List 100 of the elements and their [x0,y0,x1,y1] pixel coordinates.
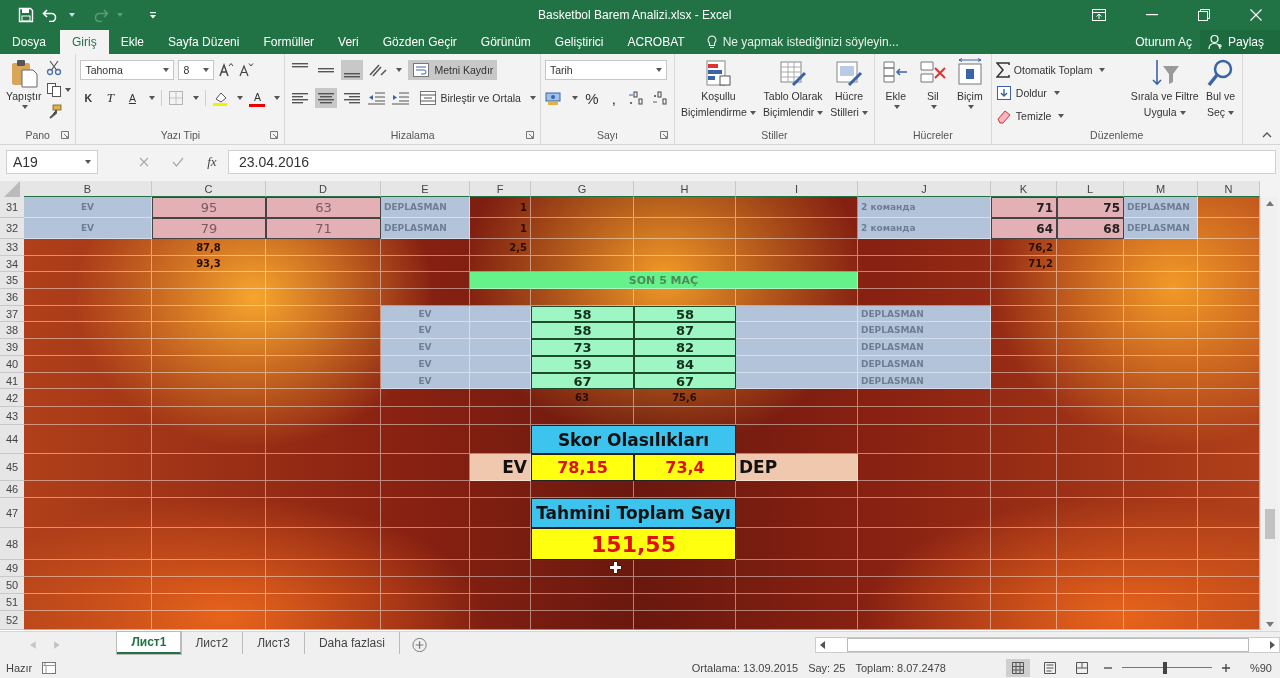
row-header[interactable]: 45 [0,454,24,481]
status-average: Ortalama: 13.09.2015 [691,662,799,674]
sheet-tab[interactable]: Лист1 [117,632,182,654]
column-header[interactable]: D [266,181,381,197]
ribbon-tab[interactable]: Geliştirici [542,30,616,54]
section-title: SON 5 MAÇ [470,272,858,289]
column-header[interactable]: E [381,181,470,197]
ribbon-tab[interactable]: Sayfa Düzeni [156,30,252,54]
sheet-tab[interactable]: Лист3 [243,632,305,654]
merge-center-button[interactable]: Birleştir ve Ortala [417,88,523,108]
comma-style-button[interactable]: , [605,88,622,108]
font-size-field[interactable]: 8 [178,60,215,80]
table-cell: EV [24,197,152,218]
table-cell: DEPLASMAN [1124,218,1198,239]
column-header[interactable]: K [991,181,1057,197]
paste-button[interactable]: Yapıştır [4,58,44,109]
zoom-level[interactable]: %90 [1239,662,1272,674]
row-header[interactable]: 38 [0,322,24,339]
row-header[interactable]: 51 [0,594,24,611]
name-box[interactable]: A19 [6,150,98,174]
ribbon-tab[interactable]: Giriş [60,30,109,54]
table-cell: 58 [634,306,736,322]
table-cell: 58 [531,322,634,339]
ribbon-tab[interactable]: Dosya [0,30,60,54]
ribbon-tab[interactable]: Ekle [108,30,157,54]
sign-in-link[interactable]: Oturum Aç [1127,30,1200,54]
share-button[interactable]: Paylaş [1199,30,1280,54]
tell-me-field[interactable]: Ne yapmak istediğinizi söyleyin... [722,35,923,49]
ribbon-tab[interactable]: ACROBAT [615,30,697,54]
row-header[interactable]: 52 [0,611,24,630]
ribbon-tab[interactable]: Gözden Geçir [370,30,469,54]
underline-button[interactable]: A [124,88,141,108]
row-header[interactable]: 32 [0,218,24,239]
column-header[interactable]: N [1198,181,1260,197]
table-cell: DEPLASMAN [381,218,470,239]
styles-button[interactable]: Koşullu Biçimlendirme [678,58,758,120]
row-header[interactable]: 40 [0,356,24,373]
table-cell: 71,2 [991,256,1057,272]
formula-field[interactable]: 23.04.2016 [228,150,1276,174]
row-header[interactable]: 37 [0,306,24,322]
cells-button[interactable]: Biçim [952,58,987,109]
font-color-button[interactable]: A [249,89,266,107]
cells-button[interactable]: Sil [915,58,950,109]
row-header[interactable]: 43 [0,407,24,425]
row-header[interactable]: 46 [0,481,24,498]
wrap-text-button[interactable]: Metni Kaydır [408,60,498,80]
column-header[interactable]: J [858,181,991,197]
row-header[interactable]: 39 [0,339,24,356]
sort-filter-button[interactable]: Sırala ve Filtre Uygula [1128,58,1201,120]
font-name-field[interactable]: Tahoma [80,60,175,80]
section-title: Tahmini Toplam Sayı [531,498,736,528]
column-header[interactable]: H [634,181,736,197]
table-cell: DEPLASMAN [858,373,991,389]
table-cell: 1 [470,218,531,239]
row-header[interactable]: 34 [0,256,24,272]
table-cell: 63 [266,197,381,218]
find-select-button[interactable]: Bul ve Seç [1203,58,1238,120]
row-header[interactable]: 44 [0,425,24,454]
column-header[interactable]: L [1057,181,1124,197]
table-cell: EV [381,306,470,322]
styles-button[interactable]: Tablo Olarak Biçimlendir [760,58,826,120]
italic-button[interactable]: T [102,88,119,108]
row-header[interactable]: 36 [0,289,24,306]
row-header[interactable]: 35 [0,272,24,289]
ribbon-tab[interactable]: Veri [326,30,371,54]
column-header[interactable]: F [470,181,531,197]
column-header[interactable]: M [1124,181,1198,197]
row-header[interactable]: 33 [0,239,24,256]
insert-function-button[interactable]: fx [207,154,217,170]
bold-button[interactable]: K [80,88,97,108]
table-cell: 75 [1057,197,1124,218]
column-header[interactable]: C [152,181,266,197]
table-cell: 71 [266,218,381,239]
cells-button[interactable]: Ekle [878,58,913,109]
row-header[interactable]: 42 [0,389,24,407]
sheet-tab[interactable]: Лист2 [181,632,244,654]
table-cell: 87,8 [152,239,266,256]
column-header[interactable]: B [24,181,152,197]
table-cell: 71 [991,197,1057,218]
group-label: Düzenleme [1090,129,1144,141]
clear-button[interactable]: Temizle [995,106,1065,126]
row-header[interactable]: 31 [0,197,24,218]
row-header[interactable]: 49 [0,560,24,577]
percent-button[interactable]: % [583,88,600,108]
table-cell: 73 [531,339,634,356]
number-format-field[interactable]: Tarih [544,60,667,80]
row-header[interactable]: 41 [0,373,24,389]
table-cell: 75,6 [634,389,736,407]
column-header[interactable]: G [531,181,634,197]
styles-button[interactable]: Hücre Stilleri [828,58,870,120]
autosum-button[interactable]: Otomatik Toplam [995,60,1093,80]
row-header[interactable]: 50 [0,577,24,594]
fill-button[interactable]: Doldur [995,83,1060,103]
row-header[interactable]: 48 [0,528,24,560]
score-value: 73,4 [634,454,736,481]
column-header[interactable]: I [736,181,858,197]
ribbon-tab[interactable]: Görünüm [468,30,543,54]
sheet-tab[interactable]: Daha fazlasi [304,632,400,654]
ribbon-tab[interactable]: Formüller [251,30,327,54]
row-header[interactable]: 47 [0,498,24,528]
